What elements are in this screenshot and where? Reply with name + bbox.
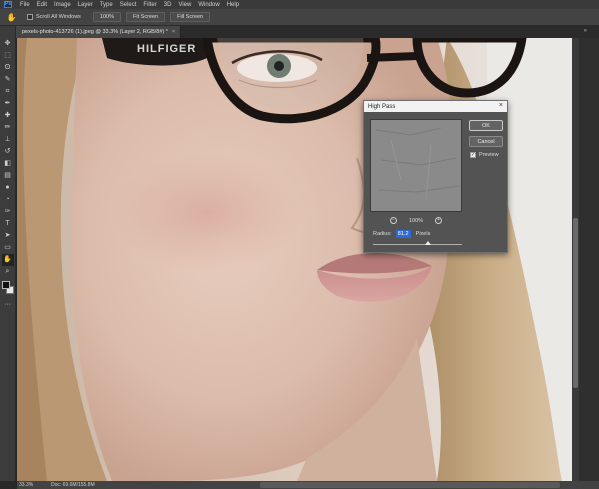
document-tab[interactable]: pexels-photo-413726 (1).jpeg @ 33.3% (La… (16, 26, 181, 38)
svg-text:HILFIGER: HILFIGER (137, 43, 196, 55)
status-doc-size: Doc: 69.6M/155.8M (51, 482, 95, 488)
tab-overflow-icon[interactable]: » (584, 28, 587, 34)
crop-tool-icon[interactable]: ⌗ (2, 86, 14, 98)
menu-help[interactable]: Help (227, 2, 239, 8)
menu-bar: Ps File Edit Image Layer Type Select Fil… (0, 0, 599, 9)
ok-button[interactable]: OK (469, 120, 503, 131)
dialog-title-bar[interactable]: High Pass × (364, 101, 507, 112)
eyedropper-tool-icon[interactable]: ✒ (2, 98, 14, 110)
pen-tool-icon[interactable]: ✑ (2, 206, 14, 218)
menu-file[interactable]: File (20, 2, 30, 8)
color-swatches[interactable] (1, 281, 14, 295)
menu-3d[interactable]: 3D (164, 2, 172, 8)
preview-toggle[interactable]: ✓ Preview (470, 152, 499, 158)
scroll-all-windows-label: Scroll All Windows (36, 14, 81, 20)
scroll-all-windows-checkbox[interactable] (27, 14, 33, 20)
menu-filter[interactable]: Filter (143, 2, 156, 8)
menu-window[interactable]: Window (198, 2, 219, 8)
radius-row: Radius: 81.2 Pixels (373, 229, 430, 238)
menu-select[interactable]: Select (120, 2, 137, 8)
mores-tool-icon[interactable]: ··· (2, 299, 14, 311)
menu-type[interactable]: Type (100, 2, 113, 8)
zoom-in-icon[interactable]: + (435, 217, 443, 224)
blur-tool-icon[interactable]: ● (2, 182, 14, 194)
gradient-tool-icon[interactable]: ▤ (2, 170, 14, 182)
menu-layer[interactable]: Layer (78, 2, 93, 8)
vertical-scrollbar[interactable] (572, 38, 579, 481)
high-pass-preview-image (371, 120, 461, 211)
radius-input[interactable]: 81.2 (395, 229, 411, 238)
options-bar: ✋ Scroll All Windows 100% Fit Screen Fil… (0, 9, 599, 26)
brush-tool-icon[interactable]: ✏ (2, 122, 14, 134)
close-icon[interactable]: × (172, 29, 175, 35)
radius-slider-thumb[interactable] (425, 241, 432, 245)
zoom-tool-icon[interactable]: ⌕ (2, 266, 14, 278)
high-pass-dialog: High Pass × − 100% + Radius: 81.2 Pixels… (363, 100, 508, 253)
type-tool-icon[interactable]: T (2, 218, 14, 230)
tools-panel: ✥ ⬚ ʘ ✎ ⌗ ✒ ✚ ✏ ⊥ ↺ ◧ ▤ ● ◔ ✑ T ➤ ▭ ✋ ⌕ ··· (0, 26, 16, 481)
fill-screen-button[interactable]: Fill Screen (170, 12, 211, 22)
preview-label: Preview (479, 152, 499, 158)
eraser-tool-icon[interactable]: ◧ (2, 158, 14, 170)
zoom-out-icon[interactable]: − (389, 217, 397, 224)
shape-tool-icon[interactable]: ▭ (2, 242, 14, 254)
menu-edit[interactable]: Edit (37, 2, 47, 8)
history-brush-tool-icon[interactable]: ↺ (2, 146, 14, 158)
path-select-tool-icon[interactable]: ➤ (2, 230, 14, 242)
foreground-color-swatch[interactable] (1, 281, 10, 289)
cancel-button[interactable]: Cancel (469, 136, 503, 147)
radius-slider[interactable] (373, 241, 462, 245)
filter-preview[interactable] (370, 119, 462, 212)
menu-view[interactable]: View (178, 2, 191, 8)
preview-checkbox[interactable]: ✓ (470, 152, 476, 158)
panel-dock-edge (579, 38, 599, 481)
dialog-title: High Pass (368, 103, 396, 110)
preview-zoom-row: − 100% + (370, 216, 462, 225)
quick-select-tool-icon[interactable]: ✎ (2, 74, 14, 86)
close-icon[interactable]: × (499, 102, 503, 109)
clone-stamp-tool-icon[interactable]: ⊥ (2, 134, 14, 146)
horizontal-scrollbar-thumb[interactable] (260, 482, 560, 488)
fit-screen-button[interactable]: Fit Screen (126, 12, 166, 22)
move-tool-icon[interactable]: ✥ (2, 38, 14, 50)
marquee-tool-icon[interactable]: ⬚ (2, 50, 14, 62)
document-tab-title: pexels-photo-413726 (1).jpeg @ 33.3% (La… (22, 29, 168, 35)
radius-label: Radius: (373, 230, 392, 237)
dodge-tool-icon[interactable]: ◔ (2, 194, 14, 206)
document-tab-bar: pexels-photo-413726 (1).jpeg @ 33.3% (La… (16, 26, 599, 38)
photoshop-logo: Ps (4, 1, 12, 8)
healing-tool-icon[interactable]: ✚ (2, 110, 14, 122)
status-zoom[interactable]: 33.3% (19, 482, 45, 488)
hand-tool-icon[interactable]: ✋ (1, 254, 14, 266)
hand-icon[interactable]: ✋ (6, 12, 17, 23)
radius-unit: Pixels (415, 230, 431, 237)
preview-zoom-value: 100% (408, 217, 424, 224)
menu-image[interactable]: Image (54, 2, 71, 8)
zoom-100-button[interactable]: 100% (92, 12, 122, 22)
vertical-scrollbar-thumb[interactable] (573, 218, 578, 388)
lasso-tool-icon[interactable]: ʘ (2, 62, 14, 74)
